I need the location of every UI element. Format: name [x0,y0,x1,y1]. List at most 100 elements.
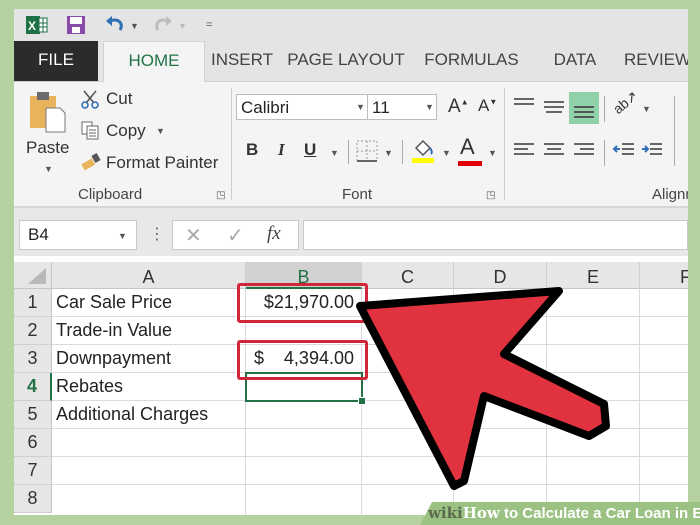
copy-button[interactable]: Copy [106,121,146,141]
excel-logo-icon: X [26,16,48,34]
watermark-title: to Calculate a Car Loan in Excel [503,505,700,522]
save-icon[interactable] [66,15,86,35]
redo-dropdown-icon[interactable]: ▼ [178,21,187,31]
cut-icon [81,90,99,109]
italic-button[interactable]: I [278,140,285,160]
paste-icon[interactable] [28,90,68,134]
name-box-dropdown-icon[interactable]: ▼ [118,231,127,241]
ribbon-home: Paste ▼ Cut Copy ▼ Format Painter Clipbo… [14,82,688,208]
column-header-f[interactable]: F [640,262,688,289]
row-header-5[interactable]: 5 [14,401,52,429]
align-middle-icon[interactable] [542,96,566,116]
separator [604,140,605,166]
excel-window: X ▼ ▼ = FILE HOME INSERT PAGE LAYOUT FOR… [14,9,688,515]
clipboard-launcher-icon[interactable]: ◳ [216,190,225,201]
align-center-icon[interactable] [542,140,566,160]
cancel-icon[interactable]: ✕ [185,223,202,248]
fill-color-dropdown-icon[interactable]: ▼ [442,148,451,158]
tab-insert[interactable]: INSERT [202,41,282,81]
align-top-icon[interactable] [512,96,536,116]
orientation-icon[interactable]: ab↗ [610,87,642,118]
bold-button[interactable]: B [246,140,258,160]
watermark-banner: wikiHow to Calculate a Car Loan in Excel [420,502,700,525]
row-header-8[interactable]: 8 [14,485,52,513]
row-header-7[interactable]: 7 [14,457,52,485]
group-separator [231,88,232,200]
row-header-2[interactable]: 2 [14,317,52,345]
copy-dropdown-icon[interactable]: ▼ [156,126,165,136]
cut-button[interactable]: Cut [106,89,132,109]
format-painter-button[interactable]: Format Painter [106,153,218,173]
formula-bar: B4 ▼ ⋮ ✕ ✓ fx [14,208,688,256]
select-all-icon [28,268,46,284]
align-left-icon[interactable] [512,140,536,160]
arrow-shape [356,287,610,490]
borders-icon[interactable] [356,140,378,162]
customize-toolbar-icon[interactable]: = [206,19,212,31]
shrink-font-icon: A [478,96,490,115]
tab-page-layout[interactable]: PAGE LAYOUT [286,41,406,81]
font-launcher-icon[interactable]: ◳ [486,190,495,201]
undo-dropdown-icon[interactable]: ▼ [130,21,139,31]
underline-dropdown-icon[interactable]: ▼ [330,148,339,158]
alignment-group-label: Alignment [652,186,688,203]
select-all-button[interactable] [14,262,52,289]
decrease-indent-icon[interactable] [612,140,636,160]
fill-color-icon[interactable] [410,136,436,164]
cell-a5[interactable]: Additional Charges [56,401,208,428]
font-name-dropdown-icon[interactable]: ▼ [356,102,365,112]
row-header-6[interactable]: 6 [14,429,52,457]
tab-home[interactable]: HOME [103,41,205,83]
formula-bar-grip-icon[interactable]: ⋮ [149,224,165,244]
separator [348,140,349,164]
formula-buttons: ✕ ✓ fx [172,220,299,250]
tab-file[interactable]: FILE [14,41,98,81]
spreadsheet-grid: A B C D E F 1 2 3 4 5 6 7 8 Car Sale Pri… [14,256,688,515]
align-bottom-icon [574,106,594,118]
row-header-1[interactable]: 1 [14,289,52,317]
separator [402,140,403,164]
font-name-select[interactable]: Calibri [236,94,368,120]
watermark-wiki: wiki [428,504,463,522]
font-group-label: Font [342,186,373,203]
undo-icon[interactable] [104,15,126,35]
copy-icon [81,121,99,140]
tab-data[interactable]: DATA [540,41,610,81]
row-header-4[interactable]: 4 [14,373,52,401]
font-size-dropdown-icon[interactable]: ▼ [425,102,434,112]
tab-review[interactable]: REVIEW [624,41,688,81]
paste-dropdown-icon[interactable]: ▼ [44,164,53,174]
cell-a3[interactable]: Downpayment [56,345,171,372]
tab-formulas[interactable]: FORMULAS [414,41,529,81]
align-bottom-button[interactable] [569,92,599,124]
align-right-icon[interactable] [572,140,596,160]
column-header-a[interactable]: A [52,262,246,289]
font-color-icon: A [460,134,475,159]
row-header-3[interactable]: 3 [14,345,52,373]
shrink-font-button[interactable]: A▼ [478,96,497,116]
clipboard-group-label: Clipboard [78,186,143,203]
enter-icon[interactable]: ✓ [227,223,244,248]
redo-icon[interactable] [152,15,174,35]
orientation-dropdown-icon[interactable]: ▼ [642,104,651,114]
group-separator [504,88,505,200]
grow-font-icon: A [448,96,461,117]
font-color-button[interactable]: A [458,134,482,166]
borders-dropdown-icon[interactable]: ▼ [384,148,393,158]
cell-a1[interactable]: Car Sale Price [56,289,172,316]
font-color-dropdown-icon[interactable]: ▼ [488,148,497,158]
watermark-text: wikiHow to Calculate a Car Loan in Excel [428,504,700,522]
quick-access-toolbar: X ▼ ▼ = [14,9,688,41]
cell-a2[interactable]: Trade-in Value [56,317,172,344]
increase-indent-icon[interactable] [640,140,664,160]
ribbon-tabs: FILE HOME INSERT PAGE LAYOUT FORMULAS DA… [14,41,688,83]
grow-font-button[interactable]: A▲ [448,96,469,118]
formula-input[interactable] [303,220,688,250]
underline-button[interactable]: U [304,140,316,160]
watermark-how: How [462,504,500,522]
insert-function-icon[interactable]: fx [267,223,281,245]
paste-button[interactable]: Paste [26,138,69,158]
font-color-swatch [458,161,482,166]
cell-a4[interactable]: Rebates [56,373,123,400]
red-arrow-annotation [356,287,610,490]
